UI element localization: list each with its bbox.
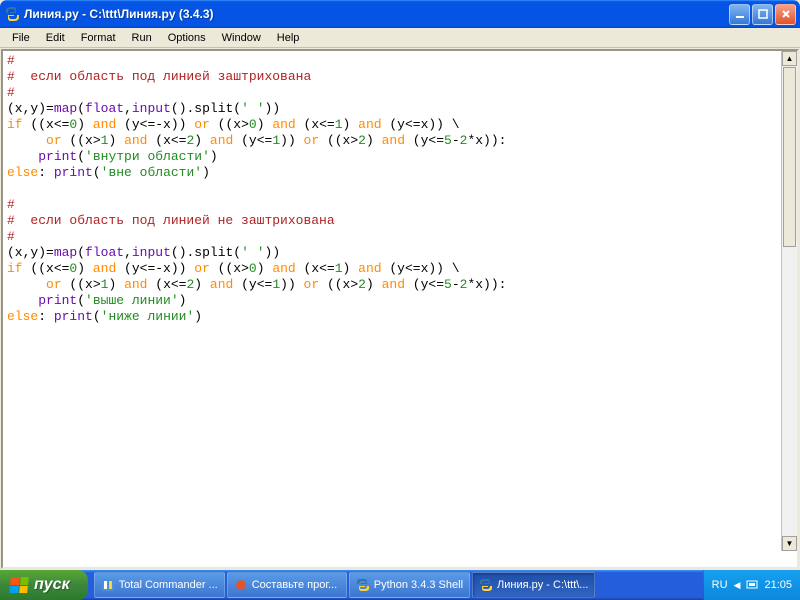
language-indicator[interactable]: RU xyxy=(712,579,728,591)
menu-format[interactable]: Format xyxy=(73,30,124,46)
start-label: пуск xyxy=(34,576,70,594)
titlebar: Линия.py - C:\ttt\Линия.py (3.4.3) xyxy=(0,0,800,28)
python-icon xyxy=(4,6,20,22)
taskbar-items: Total Commander ... Составьте прог... Py… xyxy=(88,570,703,600)
menu-window[interactable]: Window xyxy=(214,30,269,46)
menu-help[interactable]: Help xyxy=(269,30,308,46)
app-icon xyxy=(101,578,115,592)
editor-area: # # если область под линией заштрихована… xyxy=(1,49,799,569)
python-icon xyxy=(479,578,493,592)
tray-icon[interactable] xyxy=(746,578,758,593)
python-icon xyxy=(356,578,370,592)
taskbar-item[interactable]: Python 3.4.3 Shell xyxy=(349,572,470,598)
menu-file[interactable]: File xyxy=(4,30,38,46)
system-tray: RU ◀ 21:05 xyxy=(703,570,800,600)
maximize-button[interactable] xyxy=(752,4,773,25)
start-button[interactable]: пуск xyxy=(0,570,88,600)
taskbar-item-label: Линия.py - C:\ttt\... xyxy=(497,579,588,591)
taskbar-item[interactable]: Составьте прог... xyxy=(227,572,347,598)
tray-icon[interactable]: ◀ xyxy=(734,580,741,591)
scroll-thumb[interactable] xyxy=(783,67,796,247)
window-title: Линия.py - C:\ttt\Линия.py (3.4.3) xyxy=(24,7,729,21)
menu-edit[interactable]: Edit xyxy=(38,30,73,46)
menubar: File Edit Format Run Options Window Help xyxy=(0,28,800,48)
window-controls xyxy=(729,4,796,25)
taskbar: пуск Total Commander ... Составьте прог.… xyxy=(0,570,800,600)
windows-logo-icon xyxy=(9,577,29,593)
scroll-up-arrow[interactable]: ▲ xyxy=(782,51,797,66)
clock[interactable]: 21:05 xyxy=(764,579,792,591)
scroll-down-arrow[interactable]: ▼ xyxy=(782,536,797,551)
app-icon xyxy=(234,578,248,592)
taskbar-item-label: Python 3.4.3 Shell xyxy=(374,579,463,591)
menu-options[interactable]: Options xyxy=(160,30,214,46)
menu-run[interactable]: Run xyxy=(124,30,160,46)
vertical-scrollbar[interactable]: ▲ ▼ xyxy=(781,51,797,551)
taskbar-item[interactable]: Total Commander ... xyxy=(94,572,225,598)
taskbar-item-active[interactable]: Линия.py - C:\ttt\... xyxy=(472,572,595,598)
close-button[interactable] xyxy=(775,4,796,25)
taskbar-item-label: Total Commander ... xyxy=(119,579,218,591)
taskbar-item-label: Составьте прог... xyxy=(252,579,337,591)
minimize-button[interactable] xyxy=(729,4,750,25)
code-editor[interactable]: # # если область под линией заштрихована… xyxy=(3,51,797,567)
